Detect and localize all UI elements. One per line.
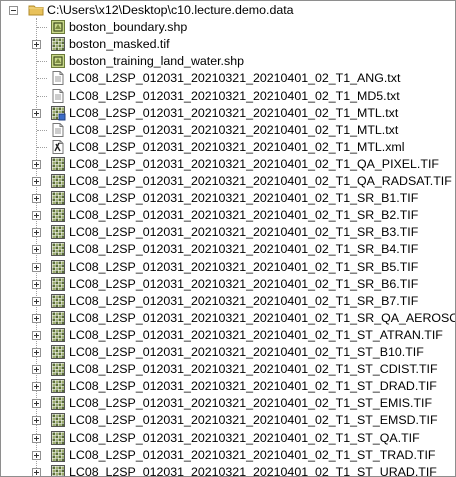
raster-icon <box>50 293 66 309</box>
root-folder-label[interactable]: C:\Users\x12\Desktop\c10.lecture.demo.da… <box>46 2 295 18</box>
raster-icon <box>50 412 66 428</box>
file-item-label[interactable]: LC08_L2SP_012031_20210321_20210401_02_T1… <box>68 70 401 86</box>
raster-icon <box>50 156 66 172</box>
file-item-label[interactable]: LC08_L2SP_012031_20210321_20210401_02_T1… <box>68 310 455 326</box>
raster-icon <box>50 190 66 206</box>
tree-branch-line <box>37 61 47 63</box>
raster-icon <box>50 241 66 257</box>
file-item-label[interactable]: LC08_L2SP_012031_20210321_20210401_02_T1… <box>68 207 419 223</box>
file-item-label[interactable]: LC08_L2SP_012031_20210321_20210401_02_T1… <box>68 122 399 138</box>
expand-toggle[interactable] <box>32 279 41 289</box>
file-item-label[interactable]: LC08_L2SP_012031_20210321_20210401_02_T1… <box>68 395 433 411</box>
file-item-label[interactable]: boston_training_land_water.shp <box>68 53 245 69</box>
raster-icon <box>50 464 66 476</box>
expand-toggle[interactable] <box>32 348 41 357</box>
file-item-label[interactable]: LC08_L2SP_012031_20210321_20210401_02_T1… <box>68 224 419 240</box>
shapefile-icon <box>50 19 66 35</box>
file-item-label[interactable]: LC08_L2SP_012031_20210321_20210401_02_T1… <box>68 327 444 343</box>
catalog-tree-panel: C:\Users\x12\Desktop\c10.lecture.demo.da… <box>0 0 456 477</box>
expand-toggle[interactable] <box>32 211 41 221</box>
raster-icon <box>50 361 66 377</box>
raster-icon <box>50 378 66 394</box>
raster-icon <box>50 310 66 326</box>
raster-icon <box>50 276 66 292</box>
expand-toggle[interactable] <box>32 450 41 460</box>
raster-icon <box>50 36 66 52</box>
expand-toggle[interactable] <box>32 194 41 204</box>
file-item-label[interactable]: LC08_L2SP_012031_20210321_20210401_02_T1… <box>68 447 437 463</box>
expand-toggle[interactable] <box>32 330 41 340</box>
file-item-label[interactable]: LC08_L2SP_012031_20210321_20210401_02_T1… <box>68 378 438 394</box>
raster-icon <box>50 327 66 343</box>
raster-icon <box>50 173 66 189</box>
folder-icon <box>28 2 44 18</box>
file-item-label[interactable]: LC08_L2SP_012031_20210321_20210401_02_T1… <box>68 105 399 121</box>
raster-icon <box>50 395 66 411</box>
expand-toggle[interactable] <box>32 399 41 409</box>
expand-toggle[interactable] <box>32 262 41 272</box>
expand-toggle[interactable] <box>32 433 41 443</box>
file-item-label[interactable]: LC08_L2SP_012031_20210321_20210401_02_T1… <box>68 361 439 377</box>
raster-icon <box>50 207 66 223</box>
file-item-label[interactable]: LC08_L2SP_012031_20210321_20210401_02_T1… <box>68 139 406 155</box>
tree-branch-line <box>37 78 47 80</box>
file-item-label[interactable]: boston_masked.tif <box>68 36 171 52</box>
file-item-label[interactable]: LC08_L2SP_012031_20210321_20210401_02_T1… <box>68 173 453 189</box>
file-item-label[interactable]: LC08_L2SP_012031_20210321_20210401_02_T1… <box>68 259 419 275</box>
expand-toggle[interactable] <box>32 313 41 323</box>
file-item-label[interactable]: LC08_L2SP_012031_20210321_20210401_02_T1… <box>68 344 425 360</box>
file-item-label[interactable]: LC08_L2SP_012031_20210321_20210401_02_T1… <box>68 88 401 104</box>
expand-toggle[interactable] <box>32 382 41 392</box>
raster-icon <box>50 344 66 360</box>
expand-toggle[interactable] <box>32 365 41 375</box>
raster-icon <box>50 430 66 446</box>
expand-toggle[interactable] <box>32 159 41 169</box>
raster-icon <box>50 447 66 463</box>
file-item-label[interactable]: LC08_L2SP_012031_20210321_20210401_02_T1… <box>68 293 419 309</box>
expand-toggle[interactable] <box>32 228 41 238</box>
raster-icon <box>50 224 66 240</box>
shapefile-icon <box>50 53 66 69</box>
file-item-label[interactable]: LC08_L2SP_012031_20210321_20210401_02_T1… <box>68 430 421 446</box>
tree-branch-line <box>37 95 47 97</box>
expand-toggle[interactable] <box>32 177 41 186</box>
text-file-icon <box>50 70 66 86</box>
raster-icon <box>50 259 66 275</box>
file-item-label[interactable]: LC08_L2SP_012031_20210321_20210401_02_T1… <box>68 464 438 476</box>
file-item-label[interactable]: LC08_L2SP_012031_20210321_20210401_02_T1… <box>68 190 419 206</box>
expand-toggle[interactable] <box>32 296 41 306</box>
file-item-label[interactable]: LC08_L2SP_012031_20210321_20210401_02_T1… <box>68 241 419 257</box>
file-item-label[interactable]: LC08_L2SP_012031_20210321_20210401_02_T1… <box>68 276 419 292</box>
collapse-toggle[interactable] <box>9 6 18 15</box>
text-file-icon <box>50 88 66 104</box>
tree-branch-line <box>37 27 47 29</box>
expand-toggle[interactable] <box>32 245 41 255</box>
xml-file-icon <box>50 139 66 155</box>
text-file-icon <box>50 122 66 138</box>
file-item-label[interactable]: boston_boundary.shp <box>68 19 188 35</box>
tree-branch-line <box>37 129 47 131</box>
expand-toggle[interactable] <box>32 108 41 118</box>
file-item-label[interactable]: LC08_L2SP_012031_20210321_20210401_02_T1… <box>68 412 439 428</box>
metadata-raster-icon <box>50 105 66 121</box>
tree-branch-line <box>37 146 47 148</box>
expand-toggle[interactable] <box>32 40 41 50</box>
expand-toggle[interactable] <box>32 467 41 476</box>
file-item-label[interactable]: LC08_L2SP_012031_20210321_20210401_02_T1… <box>68 156 440 172</box>
expand-toggle[interactable] <box>32 416 41 426</box>
